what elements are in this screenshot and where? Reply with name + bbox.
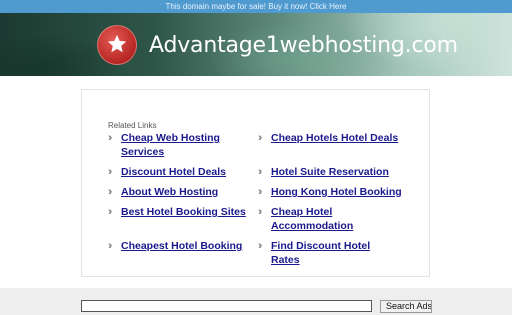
related-link-left-1[interactable]: ›› Discount Hotel Deals — [108, 165, 226, 179]
sale-notice-link[interactable]: This domain maybe for sale! Buy it now! … — [0, 0, 512, 13]
link-label: About Web Hosting — [121, 186, 219, 198]
search-input[interactable] — [81, 300, 372, 312]
related-link-right-3[interactable]: ›› Cheap Hotel Accommodation — [258, 205, 353, 233]
link-label: Cheap Hotels Hotel Deals — [271, 132, 399, 144]
link-label: Hotel Suite Reservation — [271, 166, 389, 178]
related-link-right-4[interactable]: ›› Find Discount Hotel Rates — [258, 239, 370, 267]
related-links-title: Related Links — [108, 121, 157, 130]
related-link-left-4[interactable]: ›› Cheapest Hotel Booking — [108, 239, 242, 253]
link-label: Cheap Web Hosting Services — [121, 132, 220, 158]
related-link-right-1[interactable]: ›› Hotel Suite Reservation — [258, 165, 389, 179]
double-chevron-right-icon: ›› — [258, 240, 262, 252]
link-label: Discount Hotel Deals — [121, 166, 227, 178]
header-banner: Advantage1webhosting.com — [0, 13, 512, 76]
double-chevron-right-icon: ›› — [108, 166, 112, 178]
double-chevron-right-icon: ›› — [108, 206, 112, 218]
link-label: Best Hotel Booking Sites — [121, 206, 246, 218]
link-label: Hong Kong Hotel Booking — [271, 186, 402, 198]
link-label: Find Discount Hotel Rates — [271, 240, 371, 266]
double-chevron-right-icon: ›› — [258, 206, 262, 218]
double-chevron-right-icon: ›› — [108, 240, 112, 252]
related-link-left-0[interactable]: ›› Cheap Web Hosting Services — [108, 131, 220, 159]
double-chevron-right-icon: ›› — [108, 186, 112, 198]
link-label: Cheap Hotel Accommodation — [271, 206, 354, 232]
double-chevron-right-icon: ›› — [258, 132, 262, 144]
double-chevron-right-icon: ›› — [258, 166, 262, 178]
double-chevron-right-icon: ›› — [108, 132, 112, 144]
site-logo — [97, 25, 137, 65]
related-link-right-0[interactable]: ›› Cheap Hotels Hotel Deals — [258, 131, 398, 145]
related-link-left-3[interactable]: ›› Best Hotel Booking Sites — [108, 205, 246, 219]
star-icon — [107, 34, 127, 53]
link-label: Cheapest Hotel Booking — [121, 240, 243, 252]
site-name: Advantage1webhosting.com — [149, 33, 458, 58]
double-chevron-right-icon: ›› — [258, 186, 262, 198]
search-ads-button[interactable]: Search Ads — [380, 300, 432, 313]
related-link-right-2[interactable]: ›› Hong Kong Hotel Booking — [258, 185, 402, 199]
related-link-left-2[interactable]: ›› About Web Hosting — [108, 185, 218, 199]
